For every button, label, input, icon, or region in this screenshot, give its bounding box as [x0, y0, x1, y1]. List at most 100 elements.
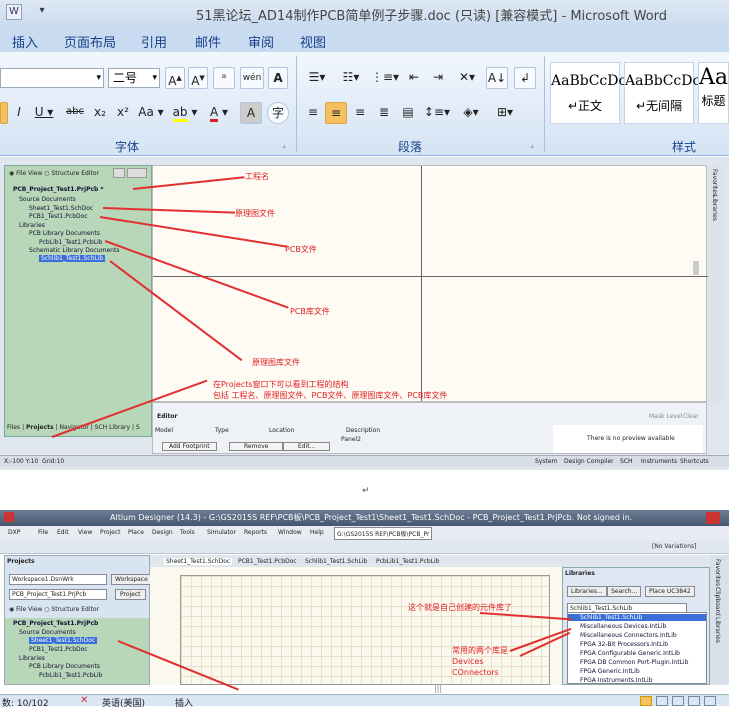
numbering-icon[interactable]: ☷▾ [336, 67, 366, 89]
tree2-source-documents[interactable]: Source Documents [19, 629, 76, 636]
variations-combo[interactable]: [No Variations] [652, 543, 697, 550]
lib-item[interactable]: Miscellaneous Devices.IntLib [580, 623, 666, 630]
workspace-button[interactable]: Workspace [111, 574, 152, 585]
grow-font-icon[interactable]: A▲ [165, 67, 185, 89]
path-box[interactable]: G:\GS2015S REF\PCB板\PCB_Pr [334, 527, 433, 540]
quick-access-dropdown-icon[interactable]: ▾ [34, 4, 50, 20]
subscript-button[interactable]: x₂ [90, 102, 110, 124]
language-indicator[interactable]: 英语(美国) [102, 696, 145, 709]
workspace-combo[interactable]: Workspace1.DsnWrk [9, 574, 107, 585]
increase-indent-icon[interactable]: ⇥ [428, 67, 448, 89]
tab-references[interactable]: 引用 [141, 32, 167, 51]
style-heading[interactable]: AaI标题 [698, 62, 729, 124]
tree2-pcblib1[interactable]: PcbLib1_Test1.PcbLib [39, 672, 102, 679]
horizontal-scroll-handle-icon[interactable]: ||| [434, 684, 442, 693]
tree-project[interactable]: PCB_Project_Test1.PrjPcb * [13, 186, 104, 193]
shrink-font-icon[interactable]: A▼ [188, 67, 208, 89]
tree-pcb1[interactable]: PCB1_Test1.PcbDoc [29, 213, 88, 220]
panel-tab-s[interactable]: S [136, 424, 140, 431]
enclose-char-icon[interactable]: 字 [267, 102, 289, 124]
menu-tools[interactable]: Tools [180, 529, 195, 536]
view-mode-radios[interactable]: ◉ File View ○ Structure Editor [9, 170, 99, 177]
remove-button[interactable]: Remove [229, 442, 284, 451]
char-border-icon[interactable]: A [268, 67, 288, 89]
tab-mailings[interactable]: 邮件 [195, 32, 221, 51]
panel-tab-files[interactable]: Files [7, 424, 20, 431]
style-no-spacing[interactable]: AaBbCcDc ↵无间隔 [624, 62, 700, 124]
font-size-combo[interactable]: 二号 ▾ [108, 68, 160, 88]
tree-sheet1[interactable]: Sheet1_Test1.SchDoc [29, 205, 93, 212]
align-center-icon[interactable]: ≡ [325, 102, 347, 124]
status-system[interactable]: System [535, 458, 557, 465]
change-case-button[interactable]: Aa ▾ [137, 102, 165, 124]
outline-view-icon[interactable] [688, 696, 700, 706]
add-footprint-button[interactable]: Add Footprint [162, 442, 217, 451]
schematic-canvas-2[interactable] [150, 567, 562, 685]
shading-icon[interactable]: ◈▾ [456, 102, 486, 124]
menu-design[interactable]: Design [152, 529, 173, 536]
place-button[interactable]: Place UC3842 [645, 586, 695, 597]
doc-tab-sheet1[interactable]: Sheet1_Test1.SchDoc [164, 558, 233, 565]
decrease-indent-icon[interactable]: ⇤ [404, 67, 424, 89]
tree-libraries[interactable]: Libraries [19, 222, 45, 229]
doc-tab-pcblib1[interactable]: PcbLib1_Test1.PcbLib [376, 558, 439, 565]
page-count[interactable]: 数: 10/102 [2, 696, 49, 709]
tree-schematic-library-documents[interactable]: Schematic Library Documents [29, 247, 119, 254]
project-button[interactable]: Project [115, 589, 146, 600]
mask-level-button[interactable]: Mask Level [649, 413, 682, 420]
align-left-icon[interactable]: ≡ [302, 102, 324, 124]
align-right-icon[interactable]: ≡ [349, 102, 371, 124]
tree-source-documents[interactable]: Source Documents [19, 196, 76, 203]
side-tab-favorites-2[interactable]: Favorites [714, 559, 721, 586]
lib-item[interactable]: Schlib1_Test1.SchLib [568, 614, 706, 621]
tab-review[interactable]: 审阅 [248, 32, 274, 51]
menu-edit[interactable]: Edit [57, 529, 69, 536]
panel-button-icon[interactable] [113, 168, 125, 178]
underline-button[interactable]: U ▾ [30, 102, 58, 124]
lib-item[interactable]: FPGA Configurable Generic.IntLib [580, 650, 680, 657]
menu-project[interactable]: Project [100, 529, 121, 536]
project-field[interactable]: PCB_Project_Test1.PrjPcb [9, 589, 107, 600]
doc-tab-schlib1[interactable]: Schlib1_Test1.SchLib [305, 558, 367, 565]
tab-view[interactable]: 视图 [300, 32, 326, 51]
lib-item[interactable]: FPGA 32-Bit Processors.IntLib [580, 641, 668, 648]
side-tab-libraries-2[interactable]: Libraries [714, 617, 721, 643]
draft-view-icon[interactable] [704, 696, 716, 706]
tree-pcb-library-documents[interactable]: PCB Library Documents [29, 230, 100, 237]
schematic-canvas[interactable] [152, 165, 708, 410]
libraries-button[interactable]: Libraries... [567, 586, 607, 597]
multilevel-list-icon[interactable]: ⋮≡▾ [370, 67, 400, 89]
panel-tab-sch-library[interactable]: SCH Library [95, 424, 130, 431]
tree2-project[interactable]: PCB_Project_Test1.PrjPcb [13, 620, 98, 627]
style-normal[interactable]: AaBbCcDc ↵正文 [550, 62, 626, 124]
sort-icon[interactable]: A↓ [486, 67, 508, 89]
lib-item[interactable]: FPGA Generic.IntLib [580, 668, 640, 675]
show-marks-icon[interactable]: ↲ [514, 67, 536, 89]
borders-icon[interactable]: ⊞▾ [490, 102, 520, 124]
word-app-icon[interactable]: W [6, 4, 22, 20]
tree2-pcb-library-documents[interactable]: PCB Library Documents [29, 663, 100, 670]
status-sch[interactable]: SCH [620, 458, 633, 465]
distribute-icon[interactable]: ▤ [397, 102, 419, 124]
font-dialog-launcher-icon[interactable]: ⌟ [282, 140, 286, 149]
status-shortcuts[interactable]: Shortcuts [680, 458, 709, 465]
menu-simulator[interactable]: Simulator [207, 529, 236, 536]
side-tab-favorites[interactable]: Favorites [711, 169, 718, 196]
chinese-layout-icon[interactable]: ✕▾ [452, 67, 482, 89]
print-layout-view-icon[interactable] [640, 696, 652, 706]
lib-item[interactable]: FPGA DB Common Port-Plugin.IntLib [580, 659, 688, 666]
menu-view[interactable]: View [78, 529, 92, 536]
panel-tab-projects[interactable]: Projects [26, 424, 54, 431]
strikethrough-button[interactable]: abc [63, 102, 87, 124]
panel-menu-icon[interactable] [127, 168, 147, 178]
menu-reports[interactable]: Reports [244, 529, 267, 536]
tree2-libraries[interactable]: Libraries [19, 655, 45, 662]
clear-format-icon[interactable]: ᵃ [213, 67, 235, 89]
menu-help[interactable]: Help [310, 529, 324, 536]
reading-view-icon[interactable] [656, 696, 668, 706]
status-instruments[interactable]: Instruments [641, 458, 677, 465]
status-design-compiler[interactable]: Design Compiler [564, 458, 614, 465]
menu-dxp[interactable]: DXP [8, 529, 20, 536]
italic-button[interactable]: I [10, 102, 28, 124]
char-shading-icon[interactable]: A [240, 102, 262, 124]
